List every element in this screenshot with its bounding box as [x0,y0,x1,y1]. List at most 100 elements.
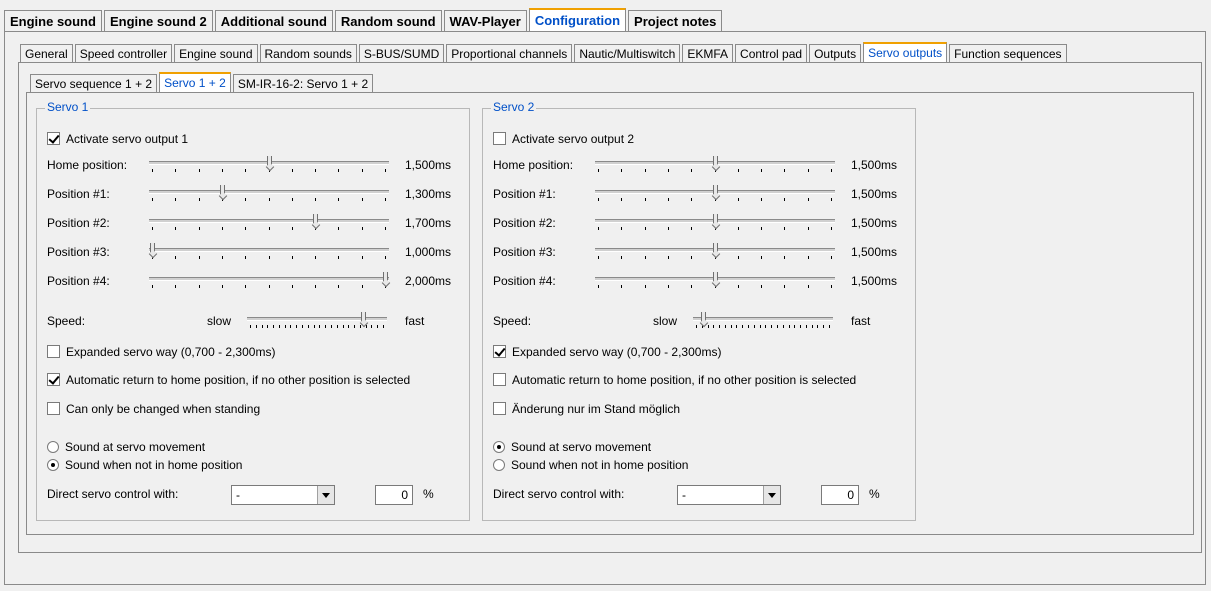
servo1-position-4-slider[interactable] [149,272,389,292]
servo1-position-3-slider-track [149,248,389,252]
tab-configuration[interactable]: Configuration [528,8,627,32]
servo2-radio-home-label: Sound when not in home position [511,458,689,472]
config-tab-s-bus-sumd[interactable]: S-BUS/SUMD [358,44,445,63]
servo-tab-sm-ir-16-2-servo-1-2[interactable]: SM-IR-16-2: Servo 1 + 2 [232,74,374,93]
tick-mark [598,227,599,230]
servo1-position-1-slider[interactable] [149,185,389,205]
tick-mark [245,169,246,172]
tick-mark [152,227,153,230]
servo2-direct-select[interactable]: - [677,485,781,505]
servo2-speed-slider-thumb[interactable] [701,312,706,323]
tick-mark [362,227,363,230]
servo2-direct-label: Direct servo control with: [493,487,625,501]
servo2-direct-select-arrow[interactable] [763,486,780,504]
servo1-speed-slider[interactable] [247,312,387,332]
config-tab-speed-controller[interactable]: Speed controller [74,44,173,63]
servo1-standing-row[interactable]: Can only be changed when standing [47,401,260,417]
servo2-activate-checkbox[interactable] [493,132,506,145]
servo2-position-1-slider-thumb[interactable] [713,185,718,196]
tab-project-notes[interactable]: Project notes [628,10,723,32]
servo2-speed-fast: fast [851,314,871,328]
servo2-speed-slider[interactable] [693,312,833,332]
servo2-position-0-slider[interactable] [595,156,835,176]
tab-additional-sound[interactable]: Additional sound [214,10,333,32]
servo-tab-servo-sequence-1-2[interactable]: Servo sequence 1 + 2 [30,74,158,93]
servo1-expanded-row[interactable]: Expanded servo way (0,700 - 2,300ms) [47,344,275,360]
servo1-expanded-checkbox[interactable] [47,345,60,358]
servo1-direct-select-arrow[interactable] [317,486,334,504]
servo1-position-0-slider-thumb[interactable] [267,156,272,167]
servo2-expanded-row[interactable]: Expanded servo way (0,700 - 2,300ms) [493,344,721,360]
tick-mark [354,325,355,328]
servo2-position-label: Home position: [493,158,574,172]
servo1-speed-slider-thumb[interactable] [361,312,366,323]
tick-mark [362,256,363,259]
servo2-position-2-slider[interactable] [595,214,835,234]
servo1-position-3-slider-thumb[interactable] [150,243,155,254]
servo1-standing-checkbox[interactable] [47,402,60,415]
config-tab-control-pad[interactable]: Control pad [735,44,808,63]
tick-mark [738,169,739,172]
servo1-radio-movement-row[interactable]: Sound at servo movement [47,439,205,455]
config-tab-function-sequences[interactable]: Function sequences [949,44,1067,63]
servo1-activate-checkbox[interactable] [47,132,60,145]
config-tab-general[interactable]: General [20,44,73,63]
tick-mark [691,198,692,201]
servo1-direct-select[interactable]: - [231,485,335,505]
servo2-position-4-slider-thumb[interactable] [713,272,718,283]
servo2-radio-movement[interactable] [493,441,505,453]
servo2-position-0-slider-thumb[interactable] [713,156,718,167]
tick-mark [621,169,622,172]
servo2-activate-row[interactable]: Activate servo output 2 [493,131,634,147]
servo2-standing-row[interactable]: Änderung nur im Stand möglich [493,401,680,417]
servo2-expanded-checkbox[interactable] [493,345,506,358]
tick-mark [325,325,326,328]
servo1-position-1-slider-thumb[interactable] [220,185,225,196]
servo2-radio-movement-row[interactable]: Sound at servo movement [493,439,651,455]
servo-tab-servo-1-2[interactable]: Servo 1 + 2 [159,72,231,93]
config-tab-ekmfa[interactable]: EKMFA [682,44,734,63]
config-tab-engine-sound[interactable]: Engine sound [174,44,258,63]
config-tab-servo-outputs[interactable]: Servo outputs [863,42,948,63]
tick-mark [738,198,739,201]
tick-mark [385,256,386,259]
servo2-position-3-slider-thumb[interactable] [713,243,718,254]
servo2-radio-home[interactable] [493,459,505,471]
servo2-position-2-slider-thumb[interactable] [713,214,718,225]
servo1-position-4-slider-thumb[interactable] [383,272,388,283]
config-tab-nautic-multiswitch[interactable]: Nautic/Multiswitch [574,44,681,63]
servo2-percent-input[interactable]: 0 [821,485,859,505]
tick-mark [269,198,270,201]
servo1-radio-home-row[interactable]: Sound when not in home position [47,457,242,473]
tab-engine-sound[interactable]: Engine sound [4,10,102,32]
servo1-auto-return-row[interactable]: Automatic return to home position, if no… [47,372,410,388]
servo1-position-3-slider[interactable] [149,243,389,263]
servo2-position-3-slider[interactable] [595,243,835,263]
servo2-auto-return-checkbox[interactable] [493,373,506,386]
servo2-position-4-slider[interactable] [595,272,835,292]
servo2-title: Servo 2 [491,100,537,114]
tab-random-sound[interactable]: Random sound [334,10,442,32]
servo2-auto-return-row[interactable]: Automatic return to home position, if no… [493,372,856,388]
servo1-radio-movement[interactable] [47,441,59,453]
servo2-position-1-slider[interactable] [595,185,835,205]
servo2-standing-checkbox[interactable] [493,402,506,415]
tick-mark [331,325,332,328]
config-tab-random-sounds[interactable]: Random sounds [259,44,357,63]
tick-mark [761,285,762,288]
servo2-radio-home-row[interactable]: Sound when not in home position [493,457,688,473]
servo1-position-2-slider[interactable] [149,214,389,234]
servo1-position-2-slider-thumb[interactable] [313,214,318,225]
servo1-position-0-slider[interactable] [149,156,389,176]
tick-mark [315,285,316,288]
servo1-auto-return-checkbox[interactable] [47,373,60,386]
tab-engine-sound-2[interactable]: Engine sound 2 [103,10,213,32]
config-tab-outputs[interactable]: Outputs [809,44,862,63]
tab-wav-player[interactable]: WAV-Player [443,10,527,32]
servo1-radio-home[interactable] [47,459,59,471]
tick-mark [731,325,732,328]
servo1-activate-row[interactable]: Activate servo output 1 [47,131,188,147]
config-tab-proportional-channels[interactable]: Proportional channels [446,44,573,63]
tick-mark [377,325,378,328]
servo1-percent-input[interactable]: 0 [375,485,413,505]
